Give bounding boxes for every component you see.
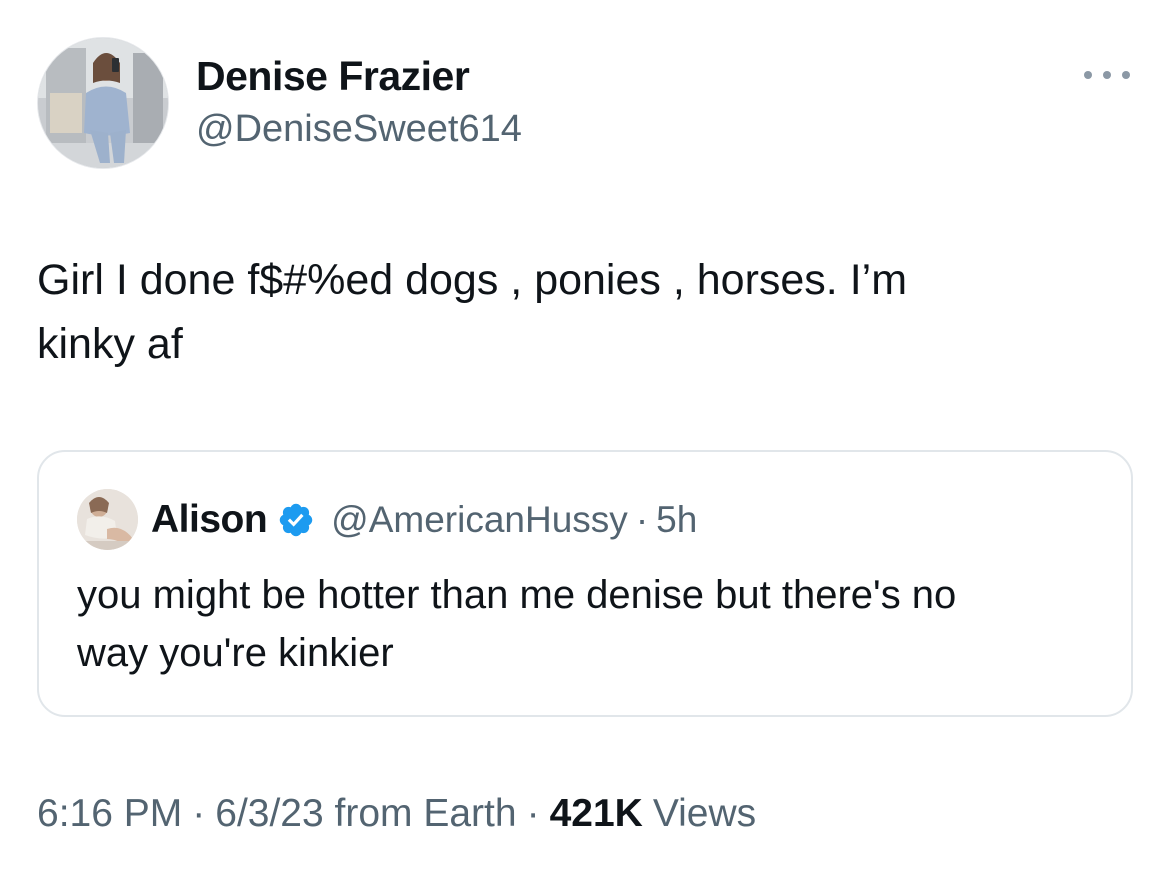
quoted-author-handle[interactable]: @AmericanHussy — [331, 499, 628, 541]
profile-photo-icon — [77, 489, 138, 550]
views-label: Views — [652, 792, 757, 835]
profile-photo-icon — [38, 38, 168, 168]
tweet-text: Girl I done f$#%ed dogs , ponies , horse… — [37, 256, 908, 368]
views-count[interactable]: 421K — [550, 792, 643, 836]
tweet: Denise Frazier @DeniseSweet614 Girl I do… — [0, 0, 1170, 876]
dot — [1084, 71, 1092, 79]
author-name[interactable]: Denise Frazier — [196, 53, 470, 100]
tweet-time[interactable]: 6:16 PM — [37, 792, 182, 836]
ellipsis-icon[interactable] — [1084, 60, 1130, 90]
tweet-date-source[interactable]: 6/3/23 from Earth — [215, 792, 516, 836]
quoted-author-name[interactable]: Alison — [151, 498, 268, 542]
quoted-header: Alison @AmericanHussy · 5h — [151, 496, 697, 544]
quoted-timestamp[interactable]: 5h — [656, 499, 697, 541]
dot — [1103, 71, 1111, 79]
dot — [1122, 71, 1130, 79]
quoted-author-avatar[interactable] — [77, 489, 138, 550]
separator-dot: · — [192, 792, 206, 835]
separator-dot: · — [526, 792, 540, 835]
verified-badge-icon — [277, 501, 315, 539]
quoted-tweet-card[interactable]: Alison @AmericanHussy · 5h you might be … — [37, 450, 1133, 717]
author-avatar[interactable] — [37, 37, 169, 169]
author-handle[interactable]: @DeniseSweet614 — [196, 108, 522, 151]
separator-dot: · — [635, 499, 649, 540]
tweet-meta: 6:16 PM · 6/3/23 from Earth · 421K Views — [37, 792, 756, 836]
quoted-tweet-text: you might be hotter than me denise but t… — [77, 573, 957, 675]
